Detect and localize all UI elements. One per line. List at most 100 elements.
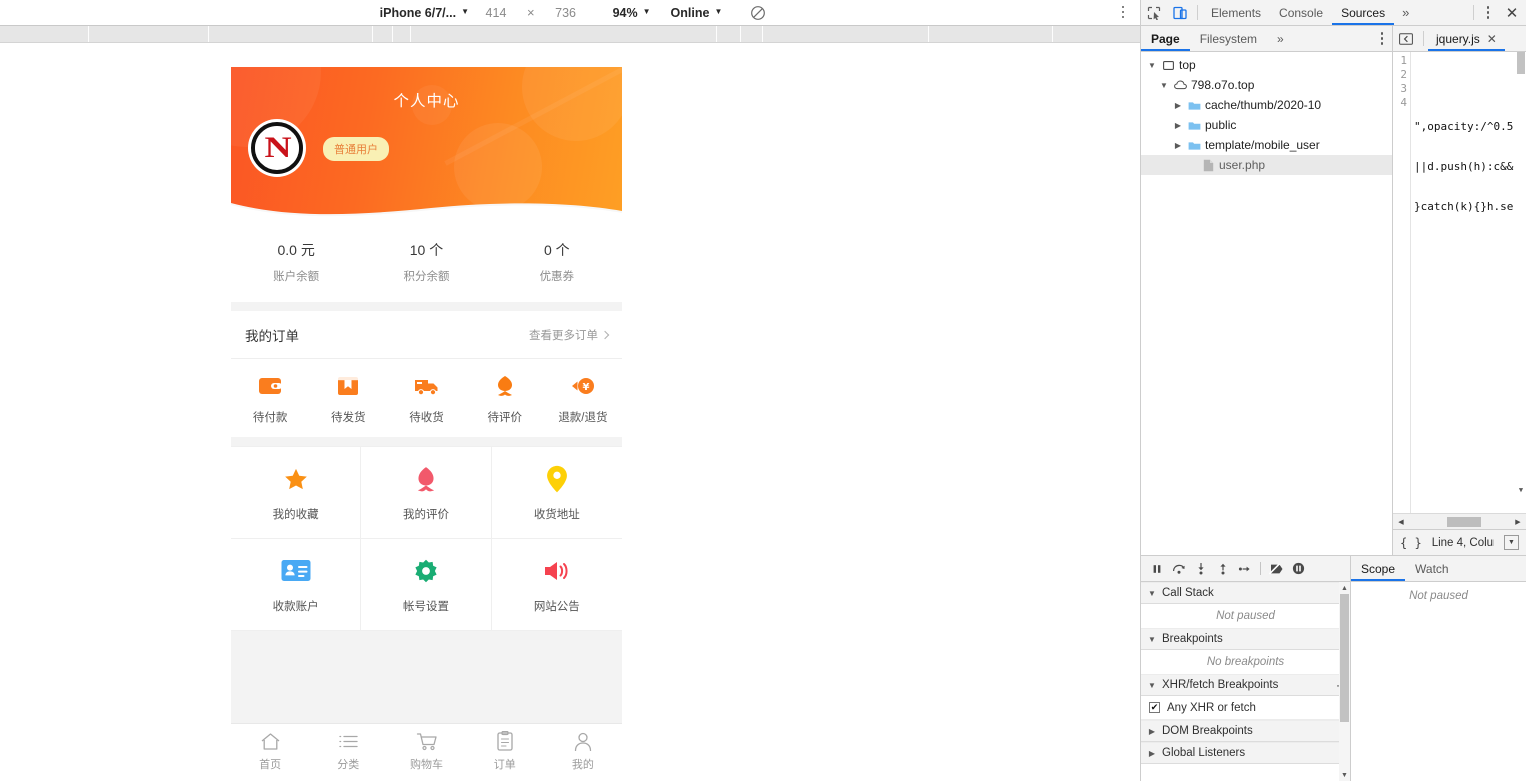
xhr-breakpoint-row[interactable]: ✔ Any XHR or fetch bbox=[1141, 696, 1350, 720]
stat-item[interactable]: 0 个 优惠券 bbox=[492, 240, 622, 284]
grid-item-address[interactable]: 收货地址 bbox=[492, 447, 622, 539]
pretty-print-icon[interactable]: { } bbox=[1400, 536, 1422, 550]
more-tabs-icon[interactable]: » bbox=[1394, 0, 1417, 25]
device-toolbar-options-icon[interactable] bbox=[1114, 3, 1132, 21]
twisty-icon[interactable]: ▶ bbox=[1147, 727, 1157, 736]
section-call-stack[interactable]: ▼ Call Stack bbox=[1141, 582, 1350, 604]
navigator-options-icon[interactable] bbox=[1372, 26, 1392, 51]
editor-settings-icon[interactable]: ▼ bbox=[1504, 535, 1519, 550]
my-orders-header: 我的订单 查看更多订单 bbox=[231, 311, 622, 359]
step-into-icon[interactable] bbox=[1191, 559, 1211, 579]
tabbar-item-orders[interactable]: 订单 bbox=[466, 731, 544, 772]
person-icon bbox=[573, 731, 593, 751]
twisty-icon[interactable]: ▼ bbox=[1157, 81, 1171, 90]
grid-item-favorites[interactable]: 我的收藏 bbox=[231, 447, 361, 539]
twisty-icon[interactable]: ▼ bbox=[1147, 589, 1157, 598]
stat-item[interactable]: 0.0 元 账户余额 bbox=[231, 240, 361, 284]
throttling-select[interactable]: Online ▼ bbox=[665, 6, 729, 20]
viewport-width-input[interactable]: 414 bbox=[475, 6, 517, 20]
no-throttling-icon[interactable] bbox=[750, 5, 766, 21]
zoom-select[interactable]: 94% ▼ bbox=[607, 6, 657, 20]
device-select-label: iPhone 6/7/... bbox=[380, 6, 456, 20]
twisty-icon[interactable]: ▶ bbox=[1171, 141, 1185, 150]
tab-sources[interactable]: Sources bbox=[1332, 0, 1394, 25]
twisty-icon[interactable]: ▶ bbox=[1147, 749, 1157, 758]
pause-on-exceptions-icon[interactable] bbox=[1288, 559, 1308, 579]
tree-item-top[interactable]: ▼ top bbox=[1141, 55, 1392, 75]
tab-scope[interactable]: Scope bbox=[1351, 556, 1405, 581]
scrollbar-thumb[interactable] bbox=[1447, 517, 1481, 527]
debugger-scrollbar[interactable]: ▲ ▼ bbox=[1339, 582, 1350, 781]
section-dom-breakpoints[interactable]: ▶ DOM Breakpoints bbox=[1141, 720, 1350, 742]
tab-elements[interactable]: Elements bbox=[1202, 0, 1270, 25]
order-status-pending-payment[interactable]: 待付款 bbox=[231, 373, 309, 425]
section-title: DOM Breakpoints bbox=[1162, 725, 1253, 737]
deactivate-breakpoints-icon[interactable] bbox=[1266, 559, 1286, 579]
tab-console[interactable]: Console bbox=[1270, 0, 1332, 25]
tabbar-item-profile[interactable]: 我的 bbox=[544, 731, 622, 772]
order-status-refund[interactable]: ¥ 退款/退货 bbox=[544, 373, 622, 425]
section-breakpoints[interactable]: ▼ Breakpoints bbox=[1141, 628, 1350, 650]
stat-item[interactable]: 10 个 积分余额 bbox=[361, 240, 491, 284]
bottom-tabbar: 首页 分类 购物车 bbox=[231, 723, 622, 778]
section-title: Call Stack bbox=[1162, 587, 1214, 599]
inspect-element-icon[interactable] bbox=[1141, 0, 1167, 25]
editor-vertical-scrollbar[interactable]: ▼ bbox=[1516, 52, 1526, 495]
tabbar-item-cart[interactable]: 购物车 bbox=[387, 731, 465, 772]
code-area[interactable]: 1 2 3 4 ",opacity:/^0.5 ||d.push(h):c&& … bbox=[1393, 52, 1526, 513]
more-panels-icon[interactable]: » bbox=[1267, 26, 1294, 51]
view-more-orders-link[interactable]: 查看更多订单 bbox=[529, 327, 608, 343]
step-out-icon[interactable] bbox=[1213, 559, 1233, 579]
code-line: ||d.push(h):c&& bbox=[1414, 160, 1526, 174]
show-navigator-icon[interactable] bbox=[1393, 26, 1419, 51]
viewport-height-input[interactable]: 736 bbox=[545, 6, 587, 20]
close-devtools-icon[interactable]: ✕ bbox=[1498, 0, 1526, 25]
code-content[interactable]: ",opacity:/^0.5 ||d.push(h):c&& }catch(k… bbox=[1411, 52, 1526, 513]
grid-item-reviews[interactable]: 我的评价 bbox=[361, 447, 491, 539]
tab-watch[interactable]: Watch bbox=[1405, 556, 1459, 581]
grid-item-payment-account[interactable]: 收款账户 bbox=[231, 539, 361, 631]
tree-item-folder[interactable]: ▶ cache/thumb/2020-10 bbox=[1141, 95, 1392, 115]
toggle-device-toolbar-icon[interactable] bbox=[1167, 0, 1193, 25]
subtab-page[interactable]: Page bbox=[1141, 26, 1190, 51]
customize-devtools-icon[interactable] bbox=[1478, 0, 1498, 25]
tree-item-folder[interactable]: ▶ template/mobile_user bbox=[1141, 135, 1392, 155]
scroll-left-icon[interactable]: ◀ bbox=[1393, 518, 1409, 526]
subtab-filesystem[interactable]: Filesystem bbox=[1190, 26, 1267, 51]
scrollbar-thumb[interactable] bbox=[1340, 594, 1349, 722]
line-number: 3 bbox=[1393, 82, 1407, 96]
grid-item-settings[interactable]: 帐号设置 bbox=[361, 539, 491, 631]
scope-watch-tabbar: Scope Watch bbox=[1351, 556, 1526, 582]
scroll-down-icon[interactable]: ▼ bbox=[1339, 769, 1350, 781]
step-icon[interactable] bbox=[1235, 559, 1255, 579]
tree-item-domain[interactable]: ▼ 798.o7o.top bbox=[1141, 75, 1392, 95]
order-status-pending-review[interactable]: 待评价 bbox=[466, 373, 544, 425]
order-status-pending-receipt[interactable]: 待收货 bbox=[387, 373, 465, 425]
chevron-down-icon: ▼ bbox=[643, 8, 651, 16]
tabbar-item-category[interactable]: 分类 bbox=[309, 731, 387, 772]
section-xhr-breakpoints[interactable]: ▼ XHR/fetch Breakpoints + bbox=[1141, 674, 1350, 696]
scroll-right-icon[interactable]: ▶ bbox=[1510, 518, 1526, 526]
editor-tab-jquery[interactable]: jquery.js ✕ bbox=[1428, 26, 1505, 51]
folder-icon bbox=[1185, 120, 1203, 131]
step-over-icon[interactable] bbox=[1169, 559, 1189, 579]
twisty-icon[interactable]: ▼ bbox=[1145, 61, 1159, 70]
scroll-up-icon[interactable]: ▲ bbox=[1339, 582, 1350, 594]
twisty-icon[interactable]: ▶ bbox=[1171, 121, 1185, 130]
twisty-icon[interactable]: ▼ bbox=[1147, 681, 1157, 690]
editor-horizontal-scrollbar[interactable]: ◀ ▶ bbox=[1393, 513, 1526, 529]
device-select[interactable]: iPhone 6/7/... ▼ bbox=[374, 6, 475, 20]
tabbar-item-home[interactable]: 首页 bbox=[231, 731, 309, 772]
section-global-listeners[interactable]: ▶ Global Listeners bbox=[1141, 742, 1350, 764]
twisty-icon[interactable]: ▼ bbox=[1147, 635, 1157, 644]
twisty-icon[interactable]: ▶ bbox=[1171, 101, 1185, 110]
close-tab-icon[interactable]: ✕ bbox=[1487, 32, 1497, 46]
frame-icon bbox=[1159, 60, 1177, 71]
pause-resume-icon[interactable] bbox=[1147, 559, 1167, 579]
order-status-pending-shipment[interactable]: 待发货 bbox=[309, 373, 387, 425]
any-xhr-checkbox[interactable]: ✔ bbox=[1149, 702, 1160, 713]
tree-item-file-user-php[interactable]: user.php bbox=[1141, 155, 1392, 175]
tree-item-folder[interactable]: ▶ public bbox=[1141, 115, 1392, 135]
grid-item-announcements[interactable]: 网站公告 bbox=[492, 539, 622, 631]
avatar[interactable]: N bbox=[248, 119, 306, 177]
